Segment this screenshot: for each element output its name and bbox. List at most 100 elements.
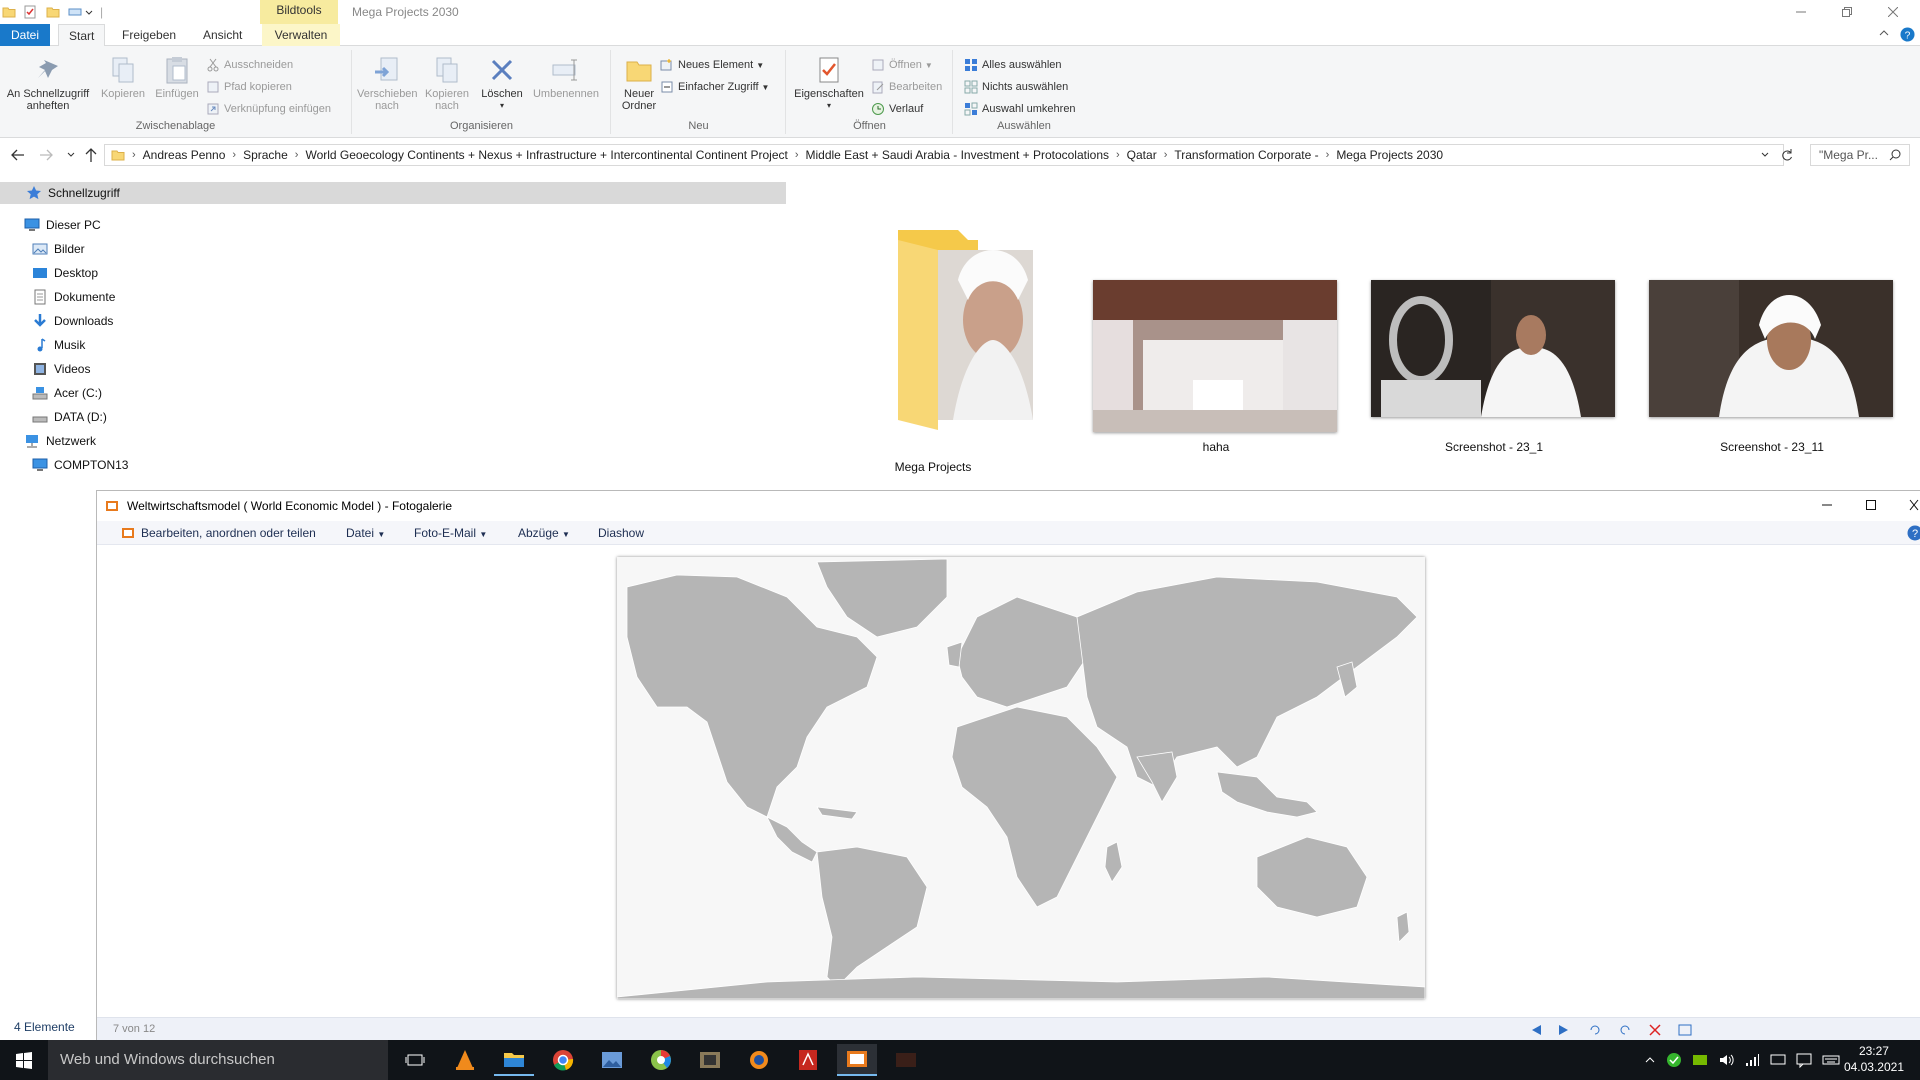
tab-freigeben[interactable]: Freigeben — [112, 24, 186, 46]
refresh-button[interactable] — [1780, 148, 1794, 162]
open-button[interactable]: Öffnen ▼ — [871, 56, 933, 74]
gallery-menu-file[interactable]: Datei ▼ — [346, 521, 385, 545]
rename-qat-icon[interactable] — [68, 5, 84, 19]
nav-quick-access[interactable]: Schnellzugriff — [0, 182, 786, 204]
taskbar-adobe[interactable] — [788, 1044, 828, 1076]
task-view-button[interactable] — [395, 1044, 435, 1076]
tab-verwalten[interactable]: Verwalten — [262, 24, 340, 46]
properties-button[interactable]: Eigenschaften ▾ — [791, 54, 867, 112]
nav-item-drive-d[interactable]: DATA (D:) — [32, 406, 107, 428]
nav-this-pc[interactable]: Dieser PC — [24, 214, 101, 236]
breadcrumb-item[interactable]: Qatar — [1127, 148, 1157, 162]
back-button[interactable] — [10, 148, 26, 162]
paste-button[interactable]: Einfügen — [150, 54, 204, 100]
gallery-close-button[interactable] — [1909, 499, 1919, 511]
gallery-menu-prints[interactable]: Abzüge ▼ — [518, 521, 570, 545]
taskbar-app-ring[interactable] — [739, 1044, 779, 1076]
gallery-menu-edit[interactable]: Bearbeiten, anordnen oder teilen — [121, 521, 316, 545]
copy-button[interactable]: Kopieren — [96, 54, 150, 100]
taskbar-photos[interactable] — [592, 1044, 632, 1076]
breadcrumb-item[interactable]: Middle East + Saudi Arabia - Investment … — [806, 148, 1110, 162]
copy-path-button[interactable]: Pfad kopieren — [206, 78, 292, 96]
address-bar[interactable]: › Andreas Penno › Sprache › World Geoecolo… — [104, 144, 1784, 166]
save-icon[interactable] — [1677, 1024, 1693, 1036]
rotate-left-icon[interactable] — [1587, 1024, 1603, 1036]
move-to-button[interactable]: Verschieben nach — [357, 54, 418, 112]
file-item-image[interactable]: Screenshot - 23_11 — [1649, 280, 1895, 480]
previous-icon[interactable] — [1527, 1024, 1543, 1036]
tab-datei[interactable]: Datei — [0, 24, 50, 46]
minimize-button[interactable] — [1778, 0, 1824, 24]
taskbar-app-dark[interactable] — [886, 1044, 926, 1076]
invert-selection-button[interactable]: Auswahl umkehren — [964, 100, 1076, 118]
breadcrumb-item[interactable]: Mega Projects 2030 — [1336, 148, 1443, 162]
pin-quick-access-button[interactable]: An Schnellzugriff anheften — [6, 54, 90, 112]
breadcrumb-item[interactable]: World Geoecology Continents + Nexus + In… — [305, 148, 787, 162]
tab-start[interactable]: Start — [58, 24, 106, 47]
close-button[interactable] — [1870, 0, 1916, 24]
file-item-folder[interactable]: Mega Projects — [833, 200, 1033, 480]
easy-access-button[interactable]: Einfacher Zugriff ▼ — [660, 78, 769, 96]
recent-locations-button[interactable] — [66, 150, 76, 160]
taskbar-film-app[interactable] — [690, 1044, 730, 1076]
taskbar-picasa[interactable] — [641, 1044, 681, 1076]
breadcrumb-item[interactable]: Sprache — [243, 148, 288, 162]
gallery-help-button[interactable]: ? — [1907, 525, 1920, 541]
taskbar-chrome[interactable] — [543, 1044, 583, 1076]
new-item-button[interactable]: Neues Element ▼ — [660, 56, 764, 74]
rotate-right-icon[interactable] — [1617, 1024, 1633, 1036]
breadcrumb-item[interactable]: Andreas Penno — [143, 148, 226, 162]
delete-dropdown-arrow[interactable]: ▾ — [479, 100, 525, 112]
properties-icon[interactable] — [22, 4, 38, 20]
paste-shortcut-button[interactable]: Verknüpfung einfügen — [206, 100, 331, 118]
nav-item-videos[interactable]: Videos — [32, 358, 90, 380]
history-button[interactable]: Verlauf — [871, 100, 923, 118]
select-none-button[interactable]: Nichts auswählen — [964, 78, 1068, 96]
taskbar-file-explorer[interactable] — [494, 1044, 534, 1076]
gallery-minimize-button[interactable] — [1821, 499, 1833, 511]
tab-ansicht[interactable]: Ansicht — [193, 24, 252, 46]
taskbar-search-box[interactable]: Web und Windows durchsuchen — [48, 1040, 388, 1080]
search-box[interactable]: "Mega Pr... — [1810, 144, 1910, 166]
gallery-maximize-button[interactable] — [1865, 499, 1877, 511]
chevron-down-icon[interactable] — [84, 7, 94, 17]
gallery-menu-email[interactable]: Foto-E-Mail ▼ — [414, 521, 487, 545]
cut-button[interactable]: Ausschneiden — [206, 56, 293, 74]
collapse-ribbon-button[interactable] — [1878, 27, 1890, 39]
next-icon[interactable] — [1557, 1024, 1573, 1036]
file-item-image[interactable]: Screenshot - 23_1 — [1371, 280, 1617, 480]
volume-icon[interactable] — [1718, 1052, 1734, 1068]
rename-button[interactable]: Umbenennen — [529, 54, 603, 100]
nvidia-icon[interactable] — [1692, 1052, 1708, 1068]
help-button[interactable]: ? — [1900, 27, 1915, 42]
nav-item-bilder[interactable]: Bilder — [32, 238, 85, 260]
nav-item-downloads[interactable]: Downloads — [32, 310, 113, 332]
gallery-menu-slideshow[interactable]: Diashow — [598, 521, 644, 545]
maximize-button[interactable] — [1824, 0, 1870, 24]
display-icon[interactable] — [1770, 1052, 1786, 1068]
delete-icon[interactable] — [1647, 1024, 1663, 1036]
nav-item-music[interactable]: Musik — [32, 334, 85, 356]
nav-item-desktop[interactable]: Desktop — [32, 262, 98, 284]
security-check-icon[interactable] — [1666, 1052, 1682, 1068]
nav-item-drive-c[interactable]: Acer (C:) — [32, 382, 102, 404]
delete-button[interactable]: Löschen ▾ — [479, 54, 525, 112]
network-signal-icon[interactable] — [1744, 1052, 1760, 1068]
new-folder-qat-icon[interactable] — [46, 5, 60, 19]
taskbar-clock[interactable]: 23:27 04.03.2021 — [1844, 1043, 1904, 1075]
properties-dropdown-arrow[interactable]: ▾ — [791, 100, 867, 112]
nav-item-documents[interactable]: Dokumente — [32, 286, 115, 308]
copy-to-button[interactable]: Kopieren nach — [419, 54, 475, 112]
nav-item-compton13[interactable]: COMPTON13 — [32, 454, 128, 476]
taskbar-photo-gallery[interactable] — [837, 1044, 877, 1076]
keyboard-icon[interactable] — [1822, 1052, 1840, 1068]
breadcrumb-item[interactable]: Transformation Corporate - — [1174, 148, 1318, 162]
notification-icon[interactable] — [1796, 1052, 1812, 1068]
edit-button[interactable]: Bearbeiten — [871, 78, 942, 96]
new-folder-button[interactable]: Neuer Ordner — [614, 54, 664, 112]
start-button[interactable] — [4, 1044, 44, 1076]
taskbar-vlc[interactable] — [445, 1044, 485, 1076]
nav-network[interactable]: Netzwerk — [24, 430, 96, 452]
up-button[interactable] — [84, 147, 98, 163]
chevron-up-icon[interactable] — [1644, 1054, 1656, 1066]
